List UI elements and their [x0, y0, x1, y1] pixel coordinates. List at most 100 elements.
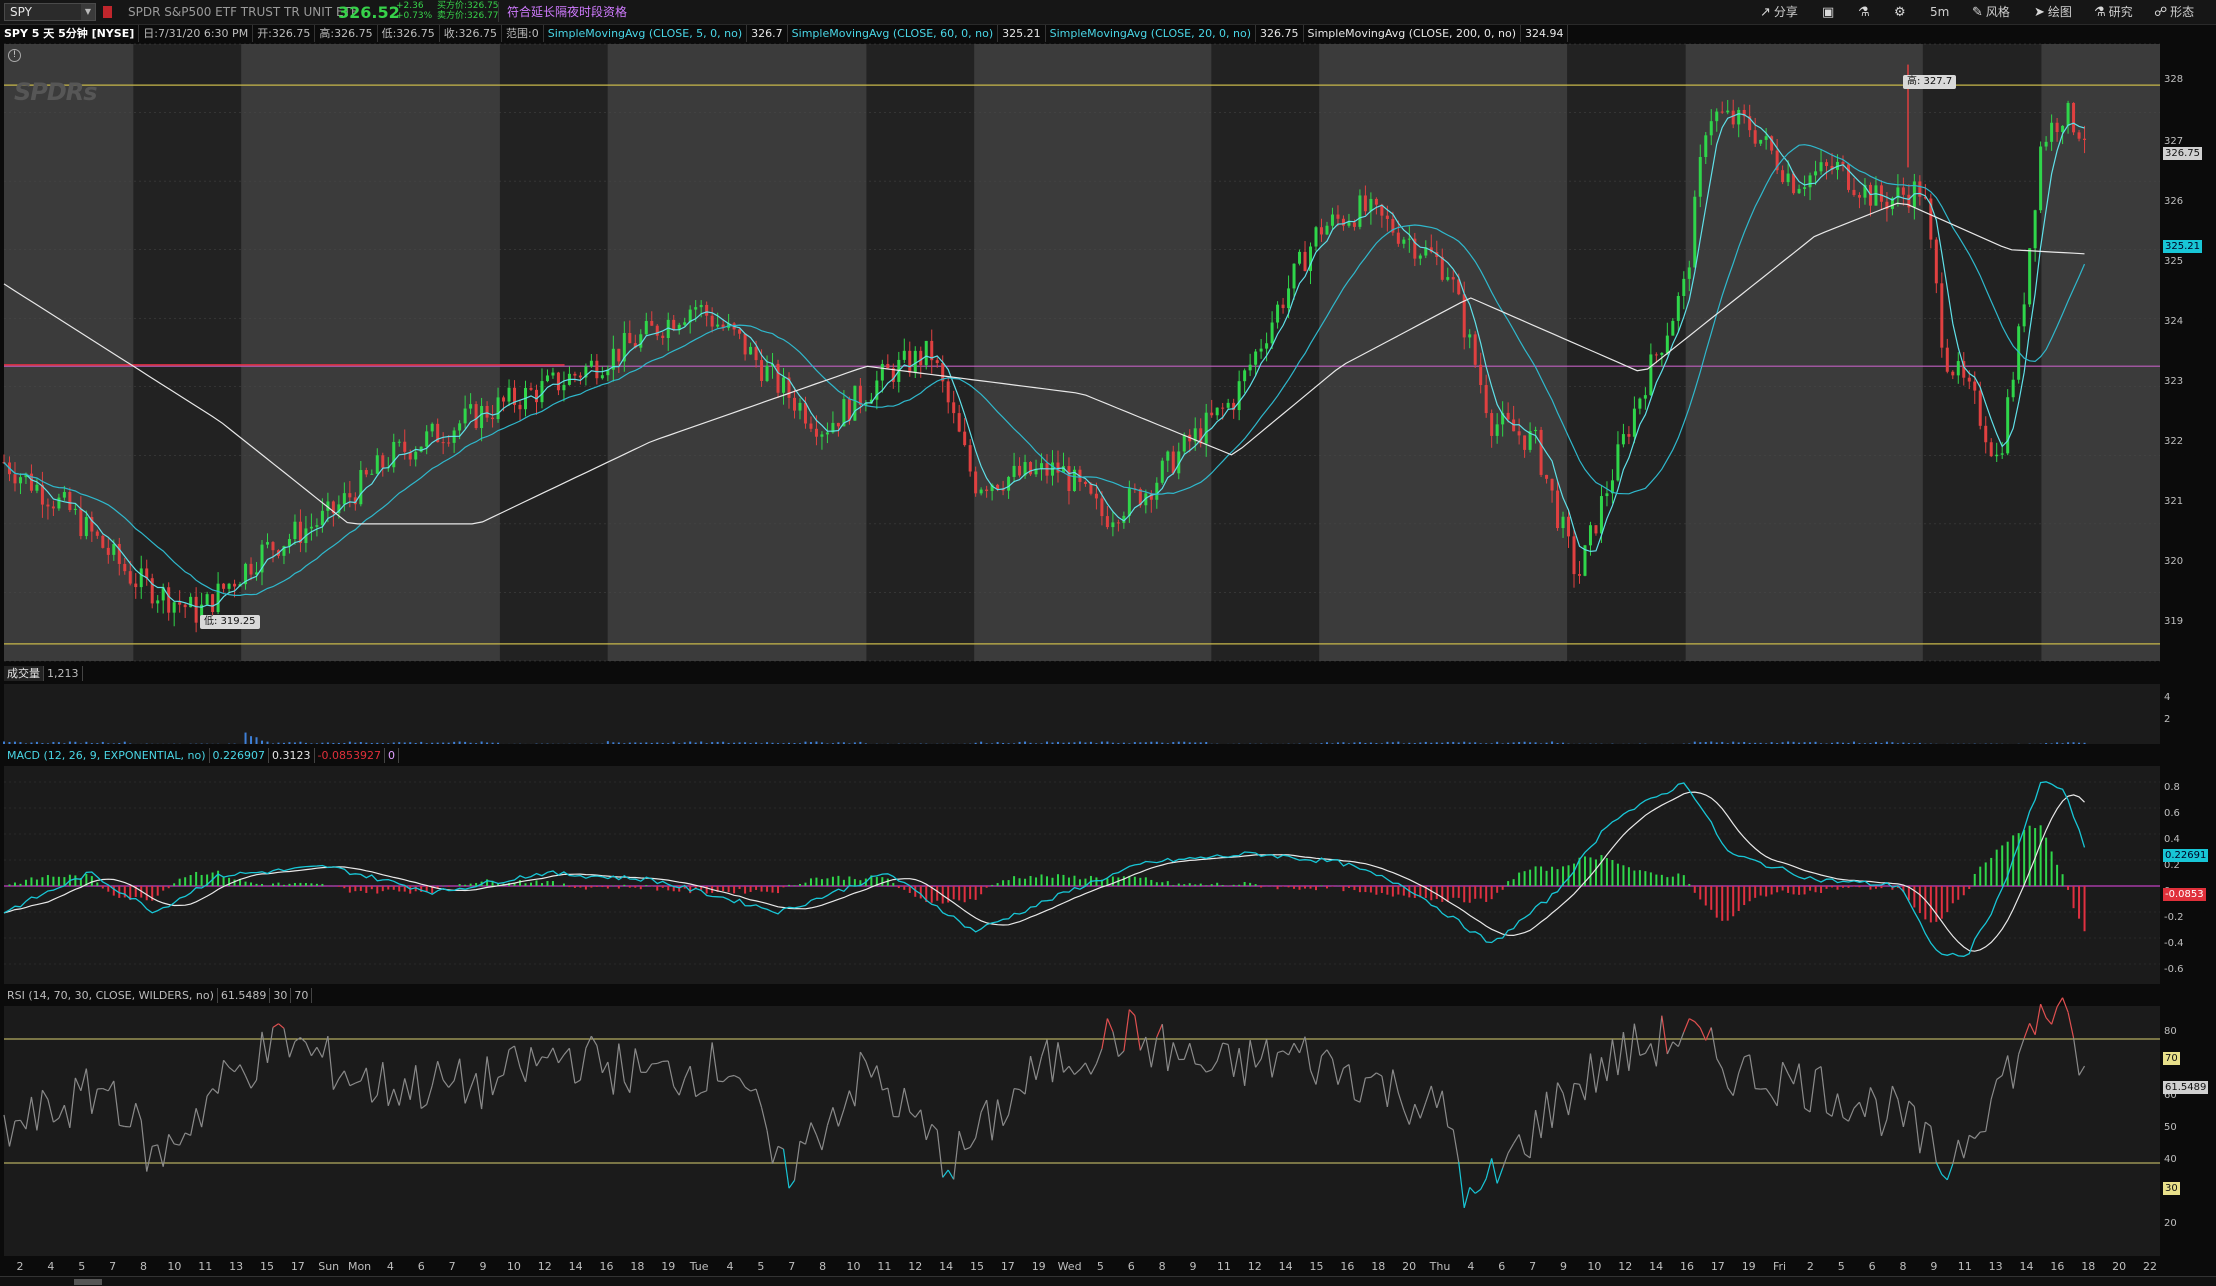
info-icon[interactable]: !	[8, 49, 21, 62]
candle-body	[1083, 481, 1087, 484]
volume-chart[interactable]	[3, 684, 2160, 744]
candle-body	[1056, 462, 1060, 473]
macd-histogram-bar	[2078, 886, 2081, 919]
macd-chart[interactable]	[3, 766, 2160, 984]
price-chart[interactable]	[2, 43, 2160, 662]
rsi-line-segment	[1683, 1018, 1690, 1033]
time-tick: 10	[846, 1260, 861, 1273]
macd-histogram-bar	[1309, 886, 1312, 889]
rsi-line-segment	[826, 1107, 834, 1126]
rsi-line-segment	[2040, 1003, 2047, 1018]
scroll-thumb[interactable]	[74, 1279, 102, 1285]
rsi-chart[interactable]	[3, 997, 2160, 1256]
rsi-line-segment	[1524, 1153, 1531, 1159]
macd-histogram-bar	[293, 882, 296, 886]
rsi-line-segment	[1150, 1036, 1158, 1068]
volume-bar	[96, 743, 99, 744]
sma20-label[interactable]: SimpleMovingAvg (CLOSE, 20, 0, no)	[1046, 25, 1257, 42]
pattern-button[interactable]: ☍ 形态	[2154, 3, 2194, 22]
time-tick: 16	[2050, 1260, 2065, 1273]
volume-bar	[271, 743, 274, 744]
sma60-label[interactable]: SimpleMovingAvg (CLOSE, 60, 0, no)	[788, 25, 999, 42]
volume-bar	[766, 742, 769, 744]
macd-tick: -0.6	[2164, 964, 2184, 975]
candle-body	[573, 373, 577, 376]
macd-histogram-bar	[2056, 864, 2059, 886]
settings-button[interactable]: ⚙	[1894, 3, 1909, 22]
timeframe-button[interactable]: 5m	[1930, 3, 1949, 22]
time-tick: 9	[1189, 1260, 1197, 1273]
candle-body	[825, 432, 829, 435]
rsi-line-segment	[865, 1061, 872, 1078]
time-axis[interactable]: 2 4 5 7 8 10 11 13 15 17 Sun Mon 4 6 7 9 10 12 14 16 18 19 Tue…	[4, 1258, 2160, 1276]
macd-histogram-bar	[1671, 876, 1674, 886]
rsi-line-segment	[1545, 1091, 1553, 1128]
volume-bar	[1018, 741, 1021, 744]
volume-bar	[447, 742, 450, 744]
volume-bar	[1435, 742, 1438, 744]
style-icon: ✎	[1972, 5, 1983, 20]
time-tick: 7	[109, 1260, 117, 1273]
macd-title[interactable]: MACD (12, 26, 9, EXPONENTIAL, no)	[4, 748, 210, 763]
price-axis[interactable]: 328 327 326 325 324 323 322 321 320 319 …	[2160, 44, 2216, 661]
rsi-line-segment	[590, 1035, 598, 1046]
drawings-button[interactable]: ➤ 绘图	[2034, 3, 2072, 22]
macd-histogram-bar	[30, 877, 33, 886]
candle-body	[1336, 214, 1340, 219]
candle-body	[858, 385, 862, 405]
price-pane[interactable]	[2, 43, 2160, 662]
rsi-oversold: 30	[270, 988, 292, 1003]
link-icon[interactable]	[103, 6, 112, 18]
macd-histogram-bar	[1825, 886, 1828, 889]
rsi-line-segment	[2045, 1017, 2053, 1025]
macd-histogram-bar	[1507, 881, 1510, 886]
rsi-line-segment	[1095, 1048, 1103, 1064]
candle-body	[1330, 214, 1334, 226]
time-tick: 8	[139, 1260, 147, 1273]
volume-bar	[1331, 743, 1334, 744]
candle-body	[1605, 493, 1609, 497]
macd-histogram-bar	[348, 886, 351, 893]
rsi-line-segment	[695, 1092, 702, 1098]
volume-pane[interactable]	[3, 684, 2160, 744]
rsi-line-segment	[1963, 1135, 1970, 1159]
macd-histogram-bar	[57, 876, 60, 886]
time-tick: 6	[1498, 1260, 1506, 1273]
macd-histogram-bar	[1095, 877, 1098, 886]
volume-bar	[1089, 741, 1092, 744]
candle-body	[463, 408, 467, 424]
sma5-label[interactable]: SimpleMovingAvg (CLOSE, 5, 0, no)	[544, 25, 748, 42]
scrollbar[interactable]	[0, 1276, 2216, 1286]
share-button[interactable]: ↗ 分享	[1760, 3, 1798, 22]
rsi-line-segment	[74, 1077, 82, 1092]
volume-bar	[645, 742, 648, 744]
flask-button[interactable]: ⚗	[1858, 3, 1873, 22]
candle-body	[1731, 110, 1735, 125]
symbol-dropdown-icon[interactable]: ▼	[81, 4, 95, 20]
sma200-label[interactable]: SimpleMovingAvg (CLOSE, 200, 0, no)	[1304, 25, 1521, 42]
symbol-input[interactable]: SPY ▼	[4, 3, 96, 21]
macd-histogram-bar	[1836, 886, 1839, 890]
rsi-title[interactable]: RSI (14, 70, 30, CLOSE, WILDERS, no)	[4, 988, 218, 1003]
rsi-line-segment	[1090, 1063, 1097, 1075]
studies-button[interactable]: ⚗ 研究	[2094, 3, 2133, 22]
rsi-line-segment	[1694, 1021, 1701, 1029]
macd-zero: 0	[385, 748, 399, 763]
macd-pane[interactable]	[3, 766, 2160, 984]
rsi-pane[interactable]	[3, 997, 2160, 1256]
rsi-line-segment	[459, 1058, 466, 1104]
macd-histogram-bar	[1133, 876, 1136, 886]
candle-body	[167, 587, 171, 613]
macd-histogram-bar	[788, 884, 791, 886]
volume-bar	[1051, 742, 1054, 744]
volume-bar	[1562, 742, 1565, 744]
style-button[interactable]: ✎ 风格	[1972, 3, 2010, 22]
rsi-line-segment	[634, 1048, 642, 1073]
rsi-line-segment	[623, 1081, 631, 1093]
price-tick: 325	[2164, 256, 2184, 267]
layout-button[interactable]: ▣	[1822, 3, 1837, 22]
rsi-line-segment	[629, 1048, 636, 1093]
candle-body	[2028, 248, 2032, 305]
macd-histogram-bar	[1369, 886, 1372, 893]
rsi-line-segment	[689, 1065, 697, 1097]
